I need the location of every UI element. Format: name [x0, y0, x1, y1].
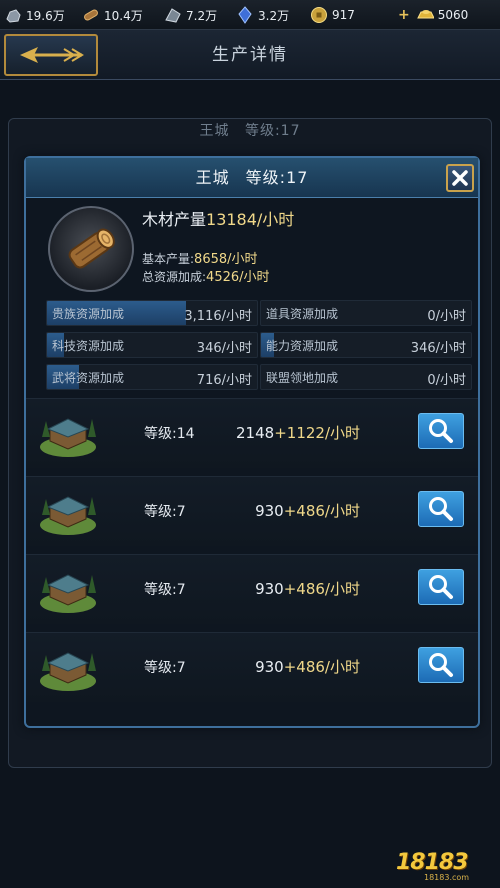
bonus-label: 能力资源加成 [266, 339, 339, 353]
search-icon [429, 575, 453, 599]
base-value: 8658/小时 [194, 252, 258, 267]
wood-icon [82, 6, 100, 24]
coin-icon [310, 6, 328, 24]
total-bonus-line: 总资源加成:4526/小时 [142, 266, 270, 285]
close-button[interactable] [446, 164, 474, 192]
search-icon [429, 419, 453, 443]
page-header: 生产详情 [0, 30, 500, 80]
lumber-mill-icon [40, 652, 96, 691]
resource-gold[interactable]: + 5060 [398, 4, 468, 26]
building-level: 等级:7 [144, 582, 186, 598]
popup-city: 王城 [195, 168, 230, 187]
wood-log-badge [48, 206, 134, 292]
watermark-text: 18183 [396, 850, 469, 875]
building-bonus: +486/小时 [283, 580, 360, 598]
iron-icon [164, 6, 182, 24]
bonus-label: 贵族资源加成 [52, 307, 125, 321]
search-icon [429, 653, 453, 677]
popup-level: 等级:17 [245, 168, 309, 187]
building-level: 等级:7 [144, 660, 186, 676]
building-base: 930 [255, 658, 284, 676]
bonus-alliance: 联盟领地加成 0/小时 [260, 364, 472, 390]
resource-stone: 19.6万 [4, 4, 65, 26]
lumber-mill-row: 等级:7 930+486/小时 [26, 476, 478, 546]
popup-title: 王城 等级:17 [26, 158, 478, 198]
total-bonus-value: 4526/小时 [206, 270, 270, 285]
bonus-value: 0/小时 [427, 373, 466, 388]
resource-iron: 7.2万 [164, 4, 217, 26]
building-base: 2148 [236, 424, 275, 442]
bonus-value: 346/小时 [196, 341, 252, 356]
resource-bar: 19.6万 10.4万 7.2万 3.2万 917 + 5060 [0, 0, 500, 30]
bonus-label: 科技资源加成 [52, 339, 125, 353]
watermark-sub: 18183.com [424, 873, 470, 882]
search-icon [429, 497, 453, 521]
resource-wood: 10.4万 [82, 4, 143, 26]
resource-coin: 917 [310, 4, 355, 26]
crystal-icon [236, 6, 254, 24]
close-icon [452, 170, 468, 186]
base-label: 基本产量: [142, 252, 195, 266]
bonus-label: 武将资源加成 [52, 371, 125, 385]
building-production: 930+486/小时 [255, 500, 360, 521]
lumber-mill-icon [40, 418, 96, 457]
page-title: 生产详情 [212, 45, 288, 65]
lumber-mill-row: 等级:7 930+486/小时 [26, 554, 478, 624]
bonus-tech: 科技资源加成 346/小时 [46, 332, 258, 358]
output-line: 木材产量13184/小时 [142, 206, 294, 230]
lumber-mill-icon [40, 574, 96, 613]
lumber-mill-row: 等级:14 2148+1122/小时 [26, 398, 478, 468]
building-production: 2148+1122/小时 [236, 422, 360, 443]
bonus-ability: 能力资源加成 346/小时 [260, 332, 472, 358]
building-level: 等级:14 [144, 426, 195, 442]
building-bonus: +486/小时 [283, 502, 360, 520]
base-output-line: 基本产量:8658/小时 [142, 248, 258, 267]
building-level: 等级:7 [144, 504, 186, 520]
stone-icon [4, 6, 22, 24]
building-base: 930 [255, 502, 284, 520]
bonus-label: 联盟领地加成 [266, 371, 339, 385]
gold-ingot-icon [416, 6, 434, 24]
building-bonus: +1122/小时 [274, 424, 360, 442]
bonus-general: 武将资源加成 716/小时 [46, 364, 258, 390]
plus-icon[interactable]: + [398, 7, 410, 23]
search-button[interactable] [418, 491, 464, 527]
wood-log-icon [68, 228, 115, 269]
background-title: 王城 等级:17 [0, 120, 500, 140]
total-bonus-label: 总资源加成: [142, 270, 207, 284]
bonus-value: 0/小时 [427, 309, 466, 324]
building-production: 930+486/小时 [255, 578, 360, 599]
watermark-logo: 18183 18183.com [394, 844, 494, 884]
building-base: 930 [255, 580, 284, 598]
bonus-value: 346/小时 [410, 341, 466, 356]
building-production: 930+486/小时 [255, 656, 360, 677]
building-bonus: +486/小时 [283, 658, 360, 676]
output-value: 13184/小时 [206, 210, 295, 229]
production-popup: 王城 等级:17 木材产量13184/小时 基本产量:8658/小时 总资源加成… [24, 156, 480, 728]
search-button[interactable] [418, 413, 464, 449]
output-label: 木材产量 [142, 210, 207, 229]
popup-header: 王城 等级:17 [26, 158, 478, 198]
resource-crystal: 3.2万 [236, 4, 289, 26]
bonus-item: 道具资源加成 0/小时 [260, 300, 472, 326]
lumber-mill-row: 等级:7 930+486/小时 [26, 632, 478, 702]
lumber-mill-icon [40, 496, 96, 535]
background-level: 等级:17 [244, 123, 301, 139]
search-button[interactable] [418, 569, 464, 605]
bonus-noble: 贵族资源加成 3,116/小时 [46, 300, 258, 326]
background-city: 王城 [199, 123, 230, 139]
bonus-value: 3,116/小时 [184, 309, 252, 324]
bonus-value: 716/小时 [196, 373, 252, 388]
bonus-label: 道具资源加成 [266, 307, 339, 321]
search-button[interactable] [418, 647, 464, 683]
